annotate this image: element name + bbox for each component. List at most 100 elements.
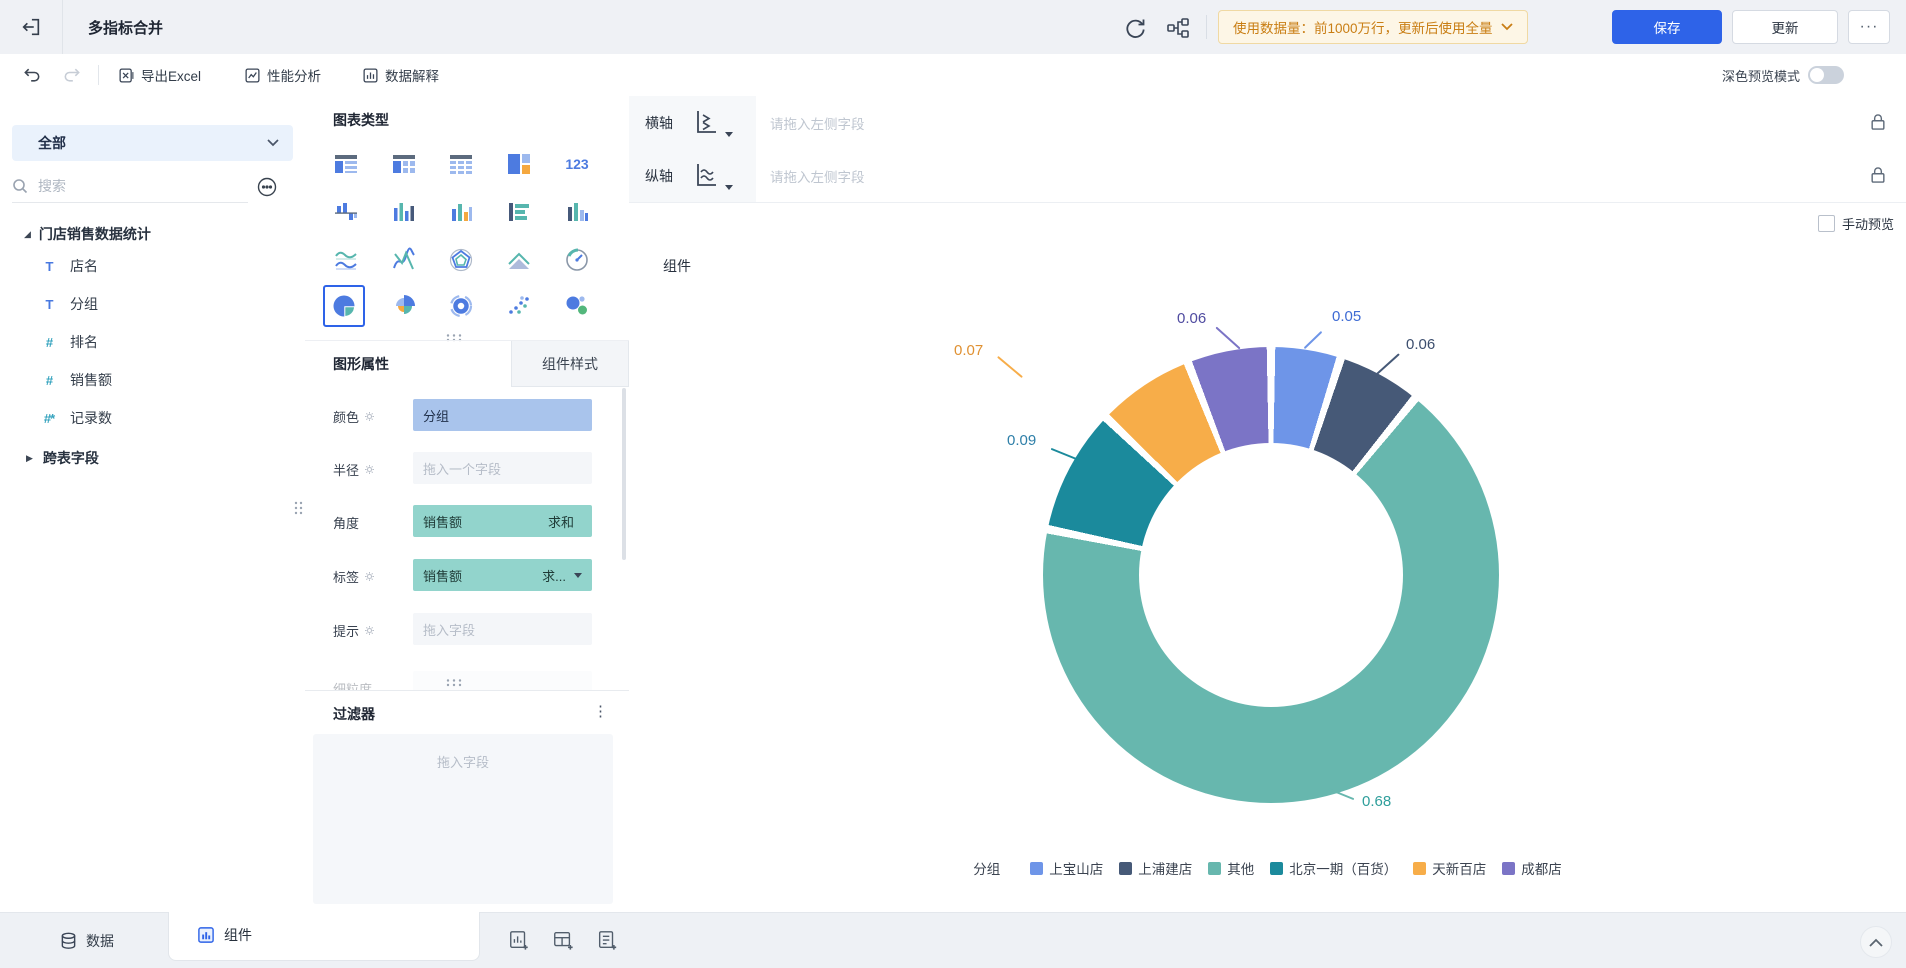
refresh-icon[interactable]	[1122, 15, 1148, 41]
update-button[interactable]: 更新	[1732, 10, 1838, 44]
chart-type-rose-icon[interactable]	[383, 285, 425, 327]
edit-toolbar: 导出Excel 性能分析 数据解释 深色预览模式	[0, 54, 1906, 97]
chart-type-cross-table-icon[interactable]	[383, 143, 425, 185]
chart-type-waterfall-bar-icon[interactable]	[325, 191, 367, 233]
panel-drag-handle[interactable]	[445, 678, 463, 687]
chart-type-kpi-icon[interactable]: 123	[556, 143, 598, 185]
property-row-radius: 半径 拖入一个字段	[305, 445, 629, 491]
export-excel-button[interactable]: 导出Excel	[118, 54, 201, 96]
tab-graphic-properties[interactable]: 图形属性	[333, 354, 389, 374]
field-item[interactable]: T 分组	[40, 294, 98, 314]
undo-button[interactable]	[18, 54, 46, 96]
chart-type-color-block-icon[interactable]	[498, 143, 540, 185]
value-axis-icon[interactable]	[691, 161, 719, 189]
field-item[interactable]: T 店名	[40, 256, 98, 276]
tab-component-active[interactable]: 组件	[168, 912, 480, 961]
data-explain-button[interactable]: 数据解释	[362, 54, 439, 96]
tooltip-drop-field[interactable]: 拖入字段	[413, 613, 592, 645]
chart-type-horizontal-bar-icon[interactable]	[498, 191, 540, 233]
chart-type-line-icon[interactable]	[325, 239, 367, 281]
angle-field-pill[interactable]: 销售额 求和	[413, 505, 592, 537]
chevron-up-icon	[1869, 938, 1883, 947]
legend-item[interactable]: 北京一期（百货）	[1270, 858, 1397, 878]
legend-label: 上宝山店	[1049, 862, 1104, 877]
chart-type-stacked-bar-icon[interactable]	[556, 191, 598, 233]
chart-type-grouped-table-icon[interactable]	[325, 143, 367, 185]
properties-scrollbar[interactable]	[622, 388, 626, 560]
chart-type-bubble-icon[interactable]	[556, 285, 598, 327]
legend-item[interactable]: 天新百店	[1413, 858, 1486, 878]
legend-swatch	[1030, 861, 1044, 875]
legend-item[interactable]: 上浦建店	[1119, 858, 1192, 878]
chart-type-radar-icon[interactable]	[440, 239, 482, 281]
performance-analysis-button[interactable]: 性能分析	[244, 54, 321, 96]
aggregation-label: 求...	[542, 568, 566, 584]
sidebar-resize-handle[interactable]	[293, 500, 303, 516]
lock-icon[interactable]	[1868, 111, 1888, 133]
chart-type-pie-icon-selected[interactable]	[323, 285, 365, 327]
pie-data-label: 0.06	[1406, 336, 1436, 353]
gear-icon[interactable]	[364, 571, 375, 582]
lineage-icon[interactable]	[1165, 15, 1191, 41]
collapse-panel-button[interactable]	[1860, 926, 1892, 958]
data-volume-notice[interactable]: 使用数据量：前1000万行，更新后使用全量	[1218, 10, 1528, 44]
donut-chart[interactable]	[1043, 347, 1499, 803]
y-axis-shelf: 纵轴 请拖入左侧字段	[629, 149, 1906, 203]
field-item[interactable]: # 排名	[40, 332, 98, 352]
lock-icon[interactable]	[1868, 164, 1888, 186]
dataset-scope-select[interactable]: 全部	[12, 125, 293, 161]
field-item[interactable]: #* 记录数	[40, 408, 112, 428]
tab-data[interactable]: 数据	[60, 913, 114, 968]
add-component-icon[interactable]	[508, 929, 530, 951]
redo-button[interactable]	[58, 54, 86, 96]
radius-drop-field[interactable]: 拖入一个字段	[413, 452, 592, 484]
x-axis-shelf: 横轴 请拖入左侧字段	[629, 96, 1906, 150]
axis-type-caret-icon[interactable]	[725, 185, 733, 190]
manual-preview-checkbox[interactable]: 手动预览	[1817, 214, 1894, 233]
y-axis-label: 纵轴	[645, 167, 673, 184]
dark-preview-toggle[interactable]	[1808, 66, 1844, 84]
dataset-tree-node[interactable]: ◢ 门店销售数据统计	[24, 224, 151, 244]
tab-component-style[interactable]: 组件样式	[511, 341, 629, 387]
more-button[interactable]: ···	[1848, 10, 1890, 44]
chart-type-gauge-icon[interactable]	[556, 239, 598, 281]
tab-data-label: 数据	[86, 932, 114, 949]
gear-icon[interactable]	[364, 625, 375, 636]
collapsed-triangle-icon: ▶	[26, 452, 33, 463]
label-field-pill[interactable]: 销售额 求...	[413, 559, 592, 591]
database-icon	[60, 932, 77, 950]
search-input[interactable]: 搜索	[12, 170, 248, 203]
legend-item[interactable]: 其他	[1208, 858, 1254, 878]
chart-type-column-icon[interactable]	[440, 191, 482, 233]
chart-type-detail-table-icon[interactable]	[440, 143, 482, 185]
cross-table-tree-node[interactable]: ▶ 跨表字段	[26, 448, 99, 468]
chart-type-scatter-icon[interactable]	[498, 285, 540, 327]
add-dashboard-icon[interactable]	[552, 929, 574, 951]
legend-item[interactable]: 上宝山店	[1030, 858, 1103, 878]
category-axis-icon[interactable]	[691, 108, 719, 136]
performance-icon	[244, 67, 261, 84]
back-button[interactable]	[0, 0, 63, 54]
field-item[interactable]: # 销售额	[40, 370, 112, 390]
legend-label: 上浦建店	[1138, 862, 1193, 877]
excel-icon	[118, 67, 135, 84]
x-axis-drop-field[interactable]: 请拖入左侧字段	[756, 96, 1848, 149]
gear-icon[interactable]	[364, 464, 375, 475]
chart-type-area-icon[interactable]	[498, 239, 540, 281]
chart-type-multi-line-icon[interactable]	[383, 239, 425, 281]
filter-more-icon[interactable]: ⋮	[593, 702, 608, 720]
filter-drop-area[interactable]: 拖入字段	[313, 734, 613, 904]
color-field-pill[interactable]: 分组	[413, 399, 592, 431]
save-button[interactable]: 保存	[1612, 10, 1722, 44]
dropdown-caret-icon[interactable]	[574, 572, 582, 578]
search-more-icon[interactable]	[256, 176, 278, 198]
gear-icon[interactable]	[364, 411, 375, 422]
axis-type-caret-icon[interactable]	[725, 132, 733, 137]
y-axis-drop-field[interactable]: 请拖入左侧字段	[756, 149, 1848, 202]
chart-type-multi-bar-icon[interactable]	[383, 191, 425, 233]
chart-type-donut-icon[interactable]	[440, 285, 482, 327]
add-note-icon[interactable]	[596, 929, 618, 951]
legend-item[interactable]: 成都店	[1502, 858, 1562, 878]
label-callout-line	[1215, 326, 1241, 350]
tab-component-label: 组件	[224, 927, 252, 943]
